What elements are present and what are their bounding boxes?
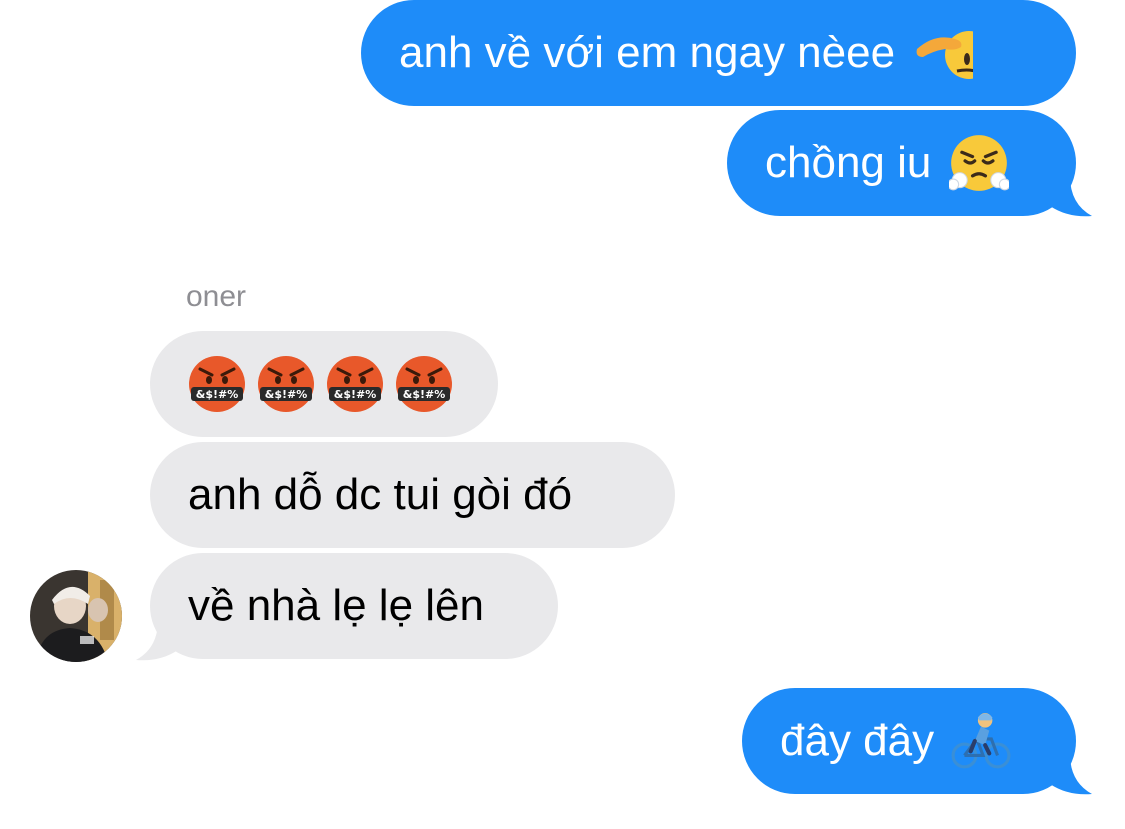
avatar[interactable] <box>30 570 122 662</box>
message-text: anh về với em ngay nèee <box>399 28 896 77</box>
sender-name: oner <box>186 280 247 313</box>
emoji-row: &$!#% &$!#% &$!#% &$!#% <box>188 355 453 413</box>
message-bubble-outgoing[interactable]: anh về với em ngay nèee <box>361 0 1076 106</box>
message-text: chồng iu <box>765 138 932 187</box>
message-text: anh dỗ dc tui gòi đó <box>188 470 573 519</box>
emoji-symbols-text: &$!#% <box>403 388 446 401</box>
message-bubble-incoming[interactable]: &$!#% &$!#% &$!#% &$!#% <box>150 331 498 437</box>
emoji-symbols-text: &$!#% <box>196 388 239 401</box>
bubble-tail <box>136 620 178 661</box>
bubble-tail <box>1050 754 1092 795</box>
face-with-symbols-on-mouth-icon: &$!#% <box>258 356 314 412</box>
face-with-steam-from-nose-icon <box>949 135 1010 191</box>
message-bubble-outgoing[interactable]: chồng iu <box>727 110 1076 216</box>
face-with-symbols-on-mouth-icon: &$!#% <box>189 356 245 412</box>
saluting-face-icon <box>916 31 974 79</box>
message-bubble-incoming[interactable]: anh dỗ dc tui gòi đó <box>150 442 675 548</box>
face-with-symbols-on-mouth-icon: &$!#% <box>327 356 383 412</box>
bubble-tail <box>1050 176 1092 217</box>
message-text: đây đây <box>780 716 935 765</box>
message-text: về nhà lẹ lẹ lên <box>188 581 484 630</box>
message-bubble-outgoing[interactable]: đây đây <box>742 688 1076 794</box>
face-with-symbols-on-mouth-icon: &$!#% <box>396 356 452 412</box>
emoji-symbols-text: &$!#% <box>265 388 308 401</box>
message-bubble-incoming[interactable]: về nhà lẹ lẹ lên <box>150 553 558 659</box>
contact-photo <box>30 570 122 662</box>
person-biking-icon <box>951 713 1011 769</box>
emoji-symbols-text: &$!#% <box>334 388 377 401</box>
